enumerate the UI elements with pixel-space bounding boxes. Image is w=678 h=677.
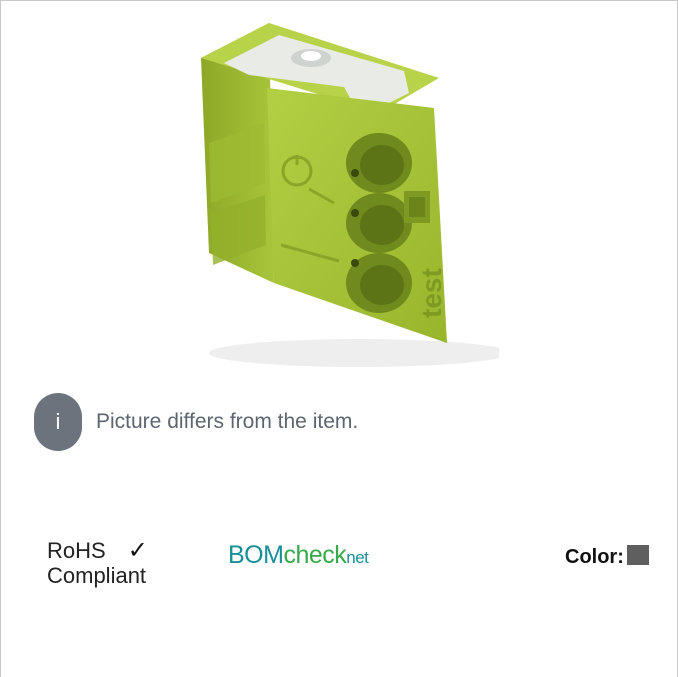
info-message: Picture differs from the item. <box>96 410 359 433</box>
rohs-compliant-badge: RoHS ✓ Compliant <box>47 539 187 589</box>
imprint-text: test <box>416 268 447 318</box>
product-image: test <box>201 23 499 367</box>
color-indicator: Color: <box>565 544 649 569</box>
info-icon: i <box>34 393 82 451</box>
bomcheck-logo-bom: BOM <box>228 541 284 569</box>
color-swatch <box>626 544 649 565</box>
rohs-compliant-label: Compliant <box>47 563 147 588</box>
info-icon-letter: i <box>55 409 61 434</box>
bomcheck-logo-check: check <box>283 541 347 569</box>
bomcheck-logo[interactable]: BOM check net <box>228 541 369 570</box>
checkmark-icon: ✓ <box>127 537 148 564</box>
product-panel: test i Picture differs from the item. Ro… <box>0 0 678 677</box>
rohs-label: RoHS <box>47 538 106 563</box>
bomcheck-logo-net: net <box>346 548 369 567</box>
color-label: Color: <box>565 546 624 568</box>
info-notice: i Picture differs from the item. <box>34 393 358 451</box>
